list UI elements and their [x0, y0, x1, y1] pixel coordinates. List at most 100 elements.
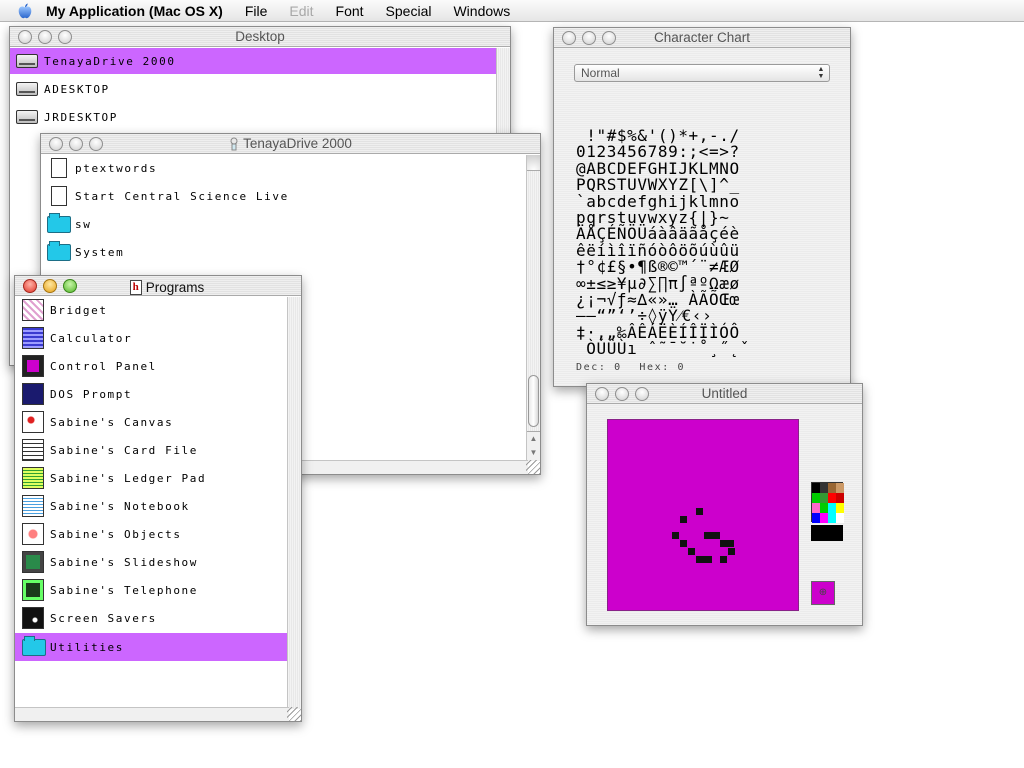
palette-swatch[interactable] [820, 483, 828, 493]
file-item-ptextwords[interactable]: ptextwords [41, 155, 157, 181]
palette-swatch[interactable] [828, 483, 836, 493]
desktop-titlebar[interactable]: Desktop [10, 27, 510, 47]
item-label: ptextwords [75, 161, 158, 175]
program-item-telephone[interactable]: Sabine's Telephone [15, 577, 287, 603]
close-button[interactable] [595, 387, 609, 401]
palette-swatch[interactable] [820, 493, 828, 503]
tenayadrive-titlebar[interactable]: TenayaDrive 2000 [41, 134, 540, 154]
folder-item-sw[interactable]: sw [41, 211, 91, 237]
menu-file[interactable]: File [245, 3, 268, 19]
programs-titlebar[interactable]: h Programs [15, 276, 301, 296]
palette-swatch[interactable] [828, 493, 836, 503]
color-palette[interactable] [811, 482, 844, 523]
proxy-icon[interactable] [229, 137, 239, 151]
font-select[interactable]: Normal ▲ ▼ [574, 64, 830, 82]
folder-icon [22, 635, 46, 656]
programs-hscrollbar[interactable] [15, 707, 289, 721]
folder-icon [47, 240, 71, 261]
close-button[interactable] [49, 137, 63, 151]
program-item-ledger-pad[interactable]: Sabine's Ledger Pad [15, 465, 287, 491]
zoom-button[interactable] [602, 31, 616, 45]
character-grid[interactable]: !"#$%&'()*+,-./0123456789:;<=>? @ABCDEFGH… [576, 127, 832, 358]
desktop-item-jrdesktop[interactable]: JRDESKTOP [10, 104, 496, 130]
apple-menu-icon[interactable] [16, 2, 34, 20]
telephone-icon [22, 579, 44, 601]
desktop-item-adesktop[interactable]: ADESKTOP [10, 76, 496, 102]
close-button[interactable] [23, 279, 37, 293]
program-item-objects[interactable]: Sabine's Objects [15, 521, 287, 547]
tenayadrive-scrollbar[interactable]: ▲ ▼ [526, 155, 540, 461]
program-item-screen-savers[interactable]: Screen Savers [15, 605, 287, 631]
resize-grip-icon[interactable] [287, 707, 301, 721]
minimize-button[interactable] [582, 31, 596, 45]
program-item-notebook[interactable]: Sabine's Notebook [15, 493, 287, 519]
palette-swatch[interactable] [836, 483, 844, 493]
calculator-icon [22, 327, 44, 349]
scroll-up-arrow[interactable] [527, 155, 540, 171]
zoom-button[interactable] [635, 387, 649, 401]
item-label: Utilities [50, 640, 125, 654]
palette-swatch[interactable] [820, 503, 828, 513]
scroll-down-arrow[interactable]: ▲ ▼ [527, 431, 540, 461]
file-item-start-central[interactable]: Start Central Science Live [41, 183, 289, 209]
program-item-card-file[interactable]: Sabine's Card File [15, 437, 287, 463]
character-chart-window: Character Chart Normal ▲ ▼ !"#$%&'()*+,-.… [553, 27, 851, 387]
program-item-slideshow[interactable]: Sabine's Slideshow [15, 549, 287, 575]
palette-swatch[interactable] [812, 503, 820, 513]
close-button[interactable] [562, 31, 576, 45]
menu-font[interactable]: Font [336, 3, 364, 19]
program-item-bridget[interactable]: Bridget [15, 297, 287, 323]
menu-windows[interactable]: Windows [453, 3, 510, 19]
dec-label: Dec: [576, 362, 607, 373]
close-button[interactable] [18, 30, 32, 44]
palette-swatch[interactable] [820, 513, 828, 523]
window-title: TenayaDrive 2000 [243, 136, 352, 151]
menu-edit[interactable]: Edit [289, 3, 313, 19]
notebook-icon [22, 495, 44, 517]
minimize-button[interactable] [615, 387, 629, 401]
folder-icon [47, 212, 71, 233]
folder-proxy-icon[interactable]: h [129, 280, 142, 295]
drawing-canvas[interactable] [607, 419, 799, 611]
resize-grip-icon[interactable] [526, 460, 540, 474]
programs-scrollbar[interactable] [287, 297, 301, 709]
program-item-dos-prompt[interactable]: DOS Prompt [15, 381, 287, 407]
zoom-button[interactable] [89, 137, 103, 151]
palette-swatch[interactable] [812, 513, 820, 523]
window-title: Untitled [701, 386, 748, 401]
app-menu[interactable]: My Application (Mac OS X) [46, 3, 223, 19]
palette-swatch[interactable] [836, 503, 844, 513]
window-title: Programs [145, 279, 205, 295]
dec-value: 0 [614, 362, 622, 373]
item-label: Start Central Science Live [75, 189, 289, 203]
current-color-swatch[interactable] [811, 525, 843, 541]
character-row[interactable]: ÒÚÛÙı ˆ˜¯˘˙˚¸˝˛ˇ [576, 340, 832, 357]
bridget-icon [22, 299, 44, 321]
program-item-calculator[interactable]: Calculator [15, 325, 287, 351]
palette-swatch[interactable] [836, 513, 844, 523]
desktop-item-tenayadrive[interactable]: TenayaDrive 2000 [10, 48, 496, 74]
zoom-button[interactable] [58, 30, 72, 44]
menu-special[interactable]: Special [386, 3, 432, 19]
menu-bar: My Application (Mac OS X) File Edit Font… [0, 0, 1024, 22]
scroll-thumb[interactable] [528, 375, 539, 427]
minimize-button[interactable] [69, 137, 83, 151]
palette-swatch[interactable] [828, 503, 836, 513]
item-label: Control Panel [50, 359, 157, 373]
program-item-canvas[interactable]: Sabine's Canvas [15, 409, 287, 435]
character-chart-titlebar[interactable]: Character Chart [554, 28, 850, 48]
program-item-control-panel[interactable]: Control Panel [15, 353, 287, 379]
minimize-button[interactable] [38, 30, 52, 44]
palette-swatch[interactable] [812, 483, 820, 493]
program-item-utilities[interactable]: Utilities [15, 633, 287, 661]
palette-swatch[interactable] [836, 493, 844, 503]
palette-swatch[interactable] [828, 513, 836, 523]
palette-swatch[interactable] [812, 493, 820, 503]
folder-item-system[interactable]: System [41, 239, 124, 265]
untitled-titlebar[interactable]: Untitled [587, 384, 862, 404]
char-code-readout: Dec: 0 Hex: 0 [576, 362, 685, 373]
minimize-button[interactable] [43, 279, 57, 293]
zoom-button[interactable] [63, 279, 77, 293]
fill-tool-button[interactable]: ⊕ [811, 581, 835, 605]
drawing-strokes [672, 508, 735, 563]
